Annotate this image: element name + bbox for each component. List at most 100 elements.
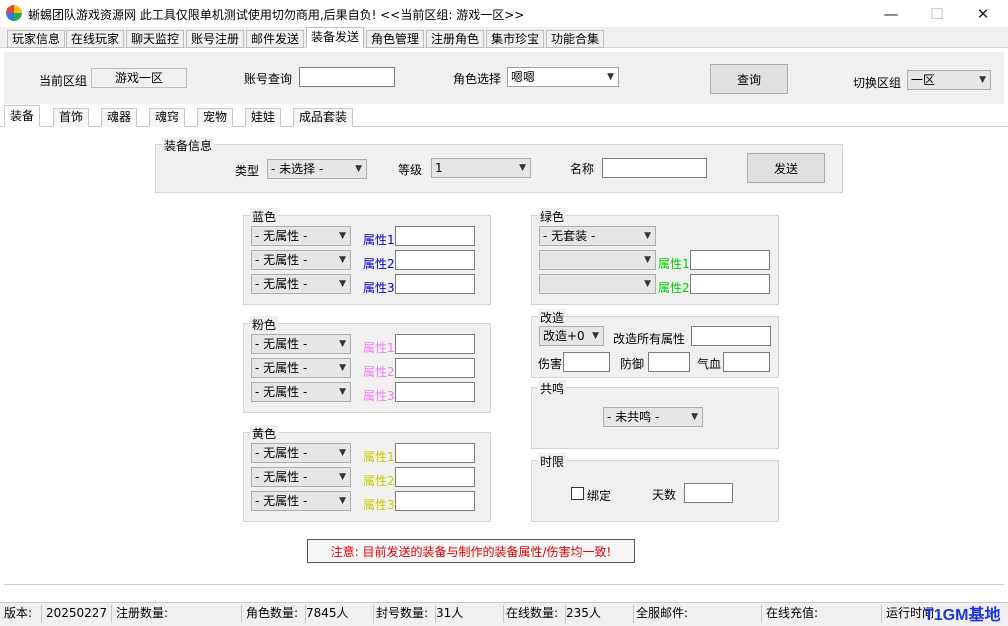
blue-attr-input-2[interactable] — [395, 250, 475, 270]
blue-attr-label-2: 属性2 — [363, 257, 395, 271]
switch-zone-value: 一区 — [911, 73, 936, 87]
pink-attr-select-2[interactable]: - 无属性 - ▼ — [251, 358, 351, 378]
switch-zone-select[interactable]: 一区 ▼ — [907, 70, 991, 90]
chevron-down-icon: ▼ — [979, 75, 986, 85]
modify-all-label: 改造所有属性 — [613, 332, 686, 346]
green-attr-select-2[interactable]: ▼ — [539, 274, 656, 294]
blue-attr-select-2-value: - 无属性 - — [255, 253, 308, 267]
pink-attr-input-2[interactable] — [395, 358, 475, 378]
modify-all-input[interactable] — [691, 326, 771, 346]
level-select[interactable]: 1 ▼ — [431, 158, 531, 178]
type-select-value: - 未选择 - — [271, 162, 324, 176]
blue-attr-input-3[interactable] — [395, 274, 475, 294]
defense-input[interactable] — [648, 352, 690, 372]
account-query-label: 账号查询 — [244, 72, 293, 86]
chevron-down-icon: ▼ — [644, 231, 651, 241]
tab-soul-artifact[interactable]: 魂器 — [101, 108, 138, 127]
menu-feature-collection[interactable]: 功能合集 — [546, 30, 605, 48]
chevron-down-icon: ▼ — [339, 339, 346, 349]
damage-input[interactable] — [563, 352, 610, 372]
menu-online-players[interactable]: 在线玩家 — [66, 30, 125, 48]
account-query-input[interactable] — [299, 67, 395, 87]
hp-label: 气血 — [697, 357, 722, 371]
bind-checkbox[interactable] — [571, 487, 584, 500]
menu-chat-monitor[interactable]: 聊天监控 — [126, 30, 185, 48]
pink-attr-input-1[interactable] — [395, 334, 475, 354]
chevron-down-icon: ▼ — [339, 448, 346, 458]
menu-equip-send[interactable]: 装备发送 — [306, 27, 365, 48]
pink-attr-select-3[interactable]: - 无属性 - ▼ — [251, 382, 351, 402]
pink-attr-select-1-value: - 无属性 - — [255, 337, 308, 351]
name-input[interactable] — [602, 158, 707, 178]
green-attr-input-1[interactable] — [690, 250, 770, 270]
yellow-attr-input-3[interactable] — [395, 491, 475, 511]
maximize-button[interactable]: ☐ — [914, 0, 960, 27]
zone-label: 当前区组 — [39, 74, 88, 88]
days-input[interactable] — [684, 483, 733, 503]
chevron-down-icon: ▼ — [355, 164, 362, 174]
menu-role-manage[interactable]: 角色管理 — [366, 30, 425, 48]
yellow-attr-select-2-value: - 无属性 - — [255, 470, 308, 484]
blue-attr-select-1[interactable]: - 无属性 - ▼ — [251, 226, 351, 246]
yellow-attr-select-2[interactable]: - 无属性 - ▼ — [251, 467, 351, 487]
type-select[interactable]: - 未选择 - ▼ — [267, 159, 367, 179]
blue-title: 蓝色 — [250, 208, 279, 225]
tab-equipment[interactable]: 装备 — [4, 105, 41, 127]
green-set-select[interactable]: - 无套装 - ▼ — [539, 226, 656, 246]
menu-player-info[interactable]: 玩家信息 — [7, 30, 66, 48]
minimize-button[interactable]: — — [868, 0, 914, 27]
send-button[interactable]: 发送 — [747, 153, 825, 183]
yellow-attr-select-3[interactable]: - 无属性 - ▼ — [251, 491, 351, 511]
role-select[interactable]: 嗯嗯 ▼ — [507, 67, 619, 87]
tab-soul-orifice[interactable]: 魂窍 — [149, 108, 186, 127]
name-label: 名称 — [570, 162, 595, 176]
tab-preset-set[interactable]: 成品套装 — [293, 108, 354, 127]
modify-level-value: 改造+0 — [543, 329, 585, 343]
tab-accessory[interactable]: 首饰 — [53, 108, 90, 127]
blue-attr-label-1: 属性1 — [363, 233, 395, 247]
menu-mail-send[interactable]: 邮件发送 — [246, 30, 305, 48]
blue-attr-input-1[interactable] — [395, 226, 475, 246]
query-button[interactable]: 查询 — [710, 64, 788, 94]
yellow-attr-select-1[interactable]: - 无属性 - ▼ — [251, 443, 351, 463]
yellow-attr-input-2[interactable] — [395, 467, 475, 487]
status-online-recharge: 在线充值: — [766, 605, 882, 623]
modify-level-select[interactable]: 改造+0 ▼ — [539, 326, 604, 346]
blue-attr-select-2[interactable]: - 无属性 - ▼ — [251, 250, 351, 270]
menu-account-register[interactable]: 账号注册 — [186, 30, 245, 48]
status-role-count-value: 7845人 — [306, 605, 374, 623]
type-label: 类型 — [235, 164, 260, 178]
chevron-down-icon: ▼ — [339, 472, 346, 482]
level-select-value: 1 — [435, 161, 443, 175]
blue-attr-label-3: 属性3 — [363, 281, 395, 295]
chevron-down-icon: ▼ — [339, 231, 346, 241]
green-attr-input-2[interactable] — [690, 274, 770, 294]
chevron-down-icon: ▼ — [519, 163, 526, 173]
pink-attr-input-3[interactable] — [395, 382, 475, 402]
modify-title: 改造 — [538, 309, 567, 326]
status-register-count: 注册数量: — [116, 605, 242, 623]
chevron-down-icon: ▼ — [644, 255, 651, 265]
menu-register-role[interactable]: 注册角色 — [426, 30, 485, 48]
time-limit-title: 时限 — [538, 453, 567, 470]
level-label: 等级 — [398, 163, 423, 177]
resonance-select[interactable]: - 未共鸣 - ▼ — [603, 407, 703, 427]
resonance-select-value: - 未共鸣 - — [607, 410, 660, 424]
tab-doll[interactable]: 娃娃 — [245, 108, 282, 127]
yellow-attr-label-3: 属性3 — [363, 498, 395, 512]
blue-attr-select-3[interactable]: - 无属性 - ▼ — [251, 274, 351, 294]
chevron-down-icon: ▼ — [339, 279, 346, 289]
pink-attr-select-1[interactable]: - 无属性 - ▼ — [251, 334, 351, 354]
equip-info-title: 装备信息 — [162, 137, 215, 154]
hp-input[interactable] — [723, 352, 770, 372]
pink-attr-select-3-value: - 无属性 - — [255, 385, 308, 399]
menu-market-treasure[interactable]: 集市珍宝 — [486, 30, 545, 48]
close-button[interactable]: ✕ — [960, 0, 1006, 27]
status-online-count-value: 235人 — [566, 605, 634, 623]
tab-pet[interactable]: 宠物 — [197, 108, 234, 127]
pink-attr-select-2-value: - 无属性 - — [255, 361, 308, 375]
green-attr-select-1[interactable]: ▼ — [539, 250, 656, 270]
status-ban-count-value: 31人 — [436, 605, 504, 623]
chevron-down-icon: ▼ — [339, 255, 346, 265]
yellow-attr-input-1[interactable] — [395, 443, 475, 463]
